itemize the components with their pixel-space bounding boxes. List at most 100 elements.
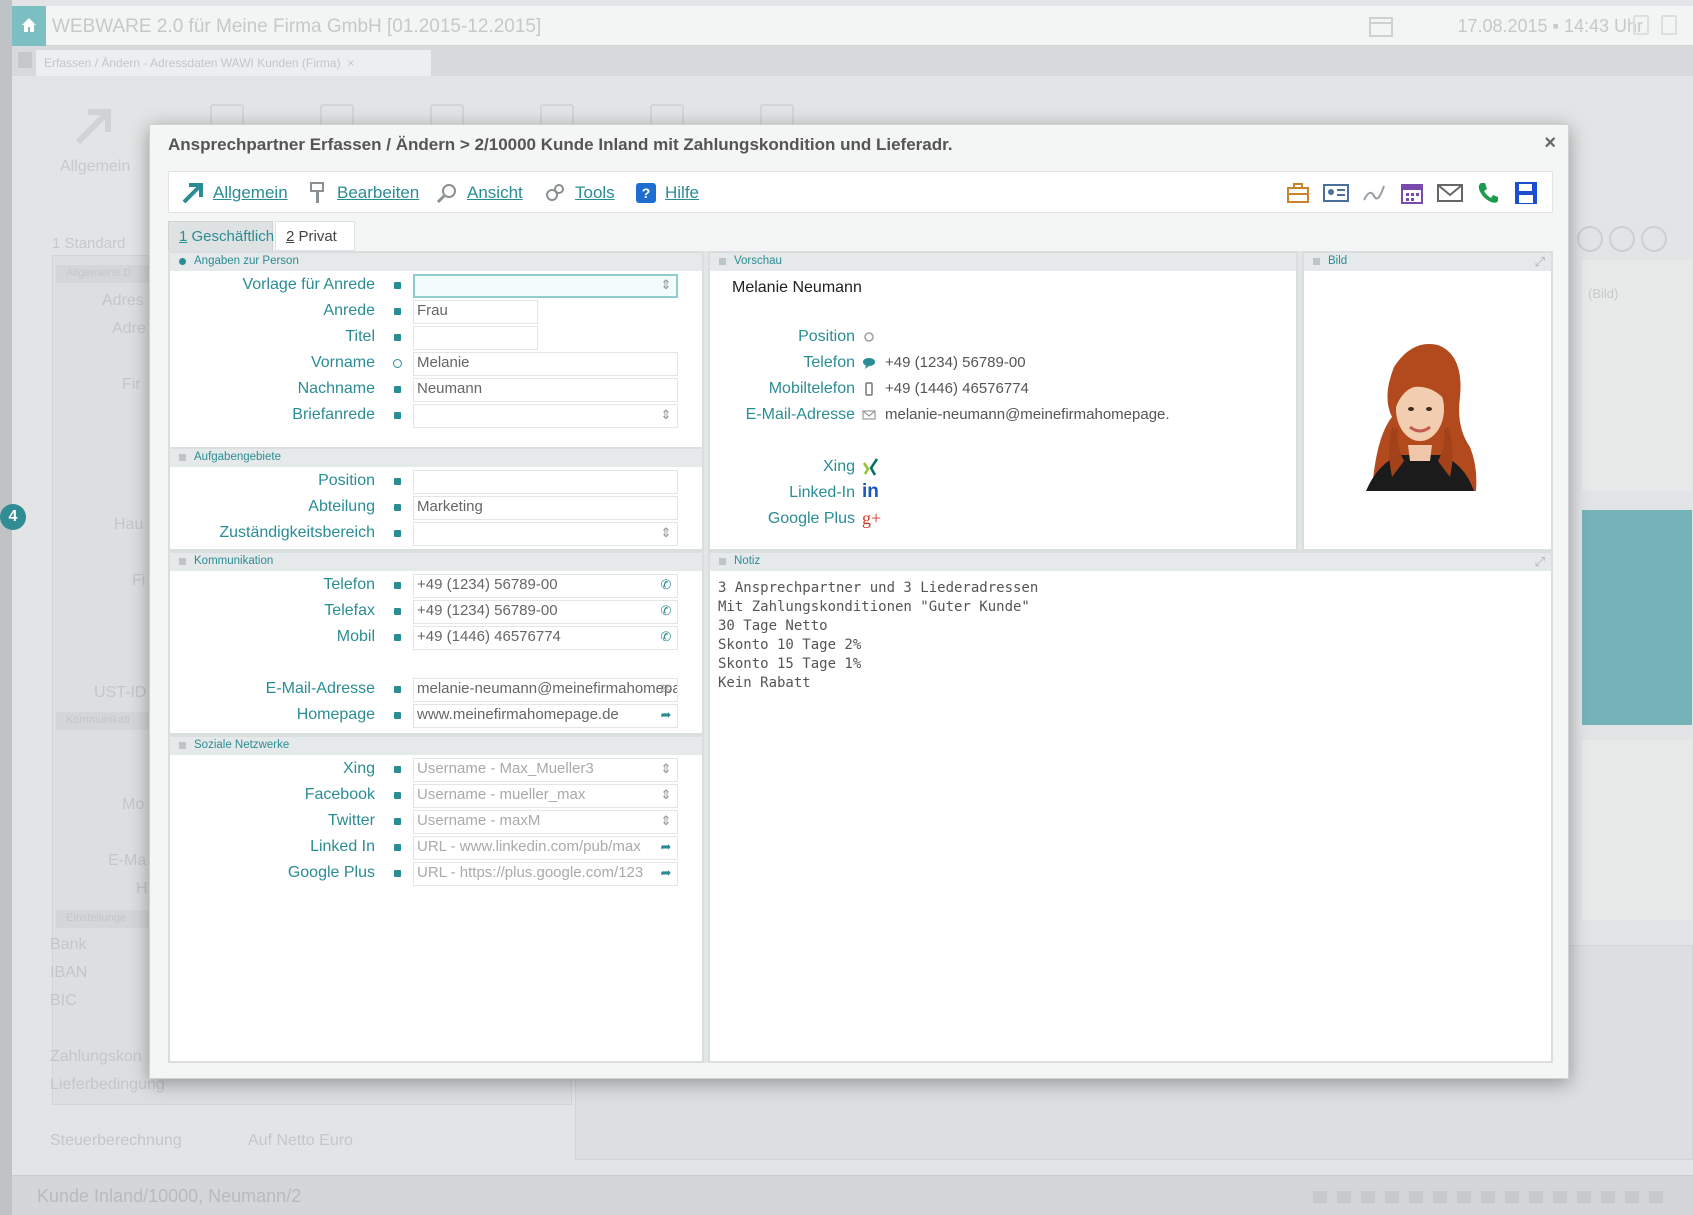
- arrow-up-right-icon: [182, 183, 203, 204]
- required-marker-icon: [394, 792, 401, 799]
- section-social-header: Soziale Netzwerke: [170, 737, 702, 755]
- required-marker-icon: [394, 608, 401, 615]
- xing-label: Xing: [342, 760, 375, 777]
- toolbar-allgemein-label: Allgemein: [213, 183, 288, 202]
- googleplus-input[interactable]: URL - https://plus.google.com/123: [413, 862, 678, 886]
- twitter-input[interactable]: Username - maxM: [413, 810, 678, 834]
- mobil-input[interactable]: +49 (1446) 46576774: [413, 626, 678, 650]
- zustaendigkeit-select[interactable]: [413, 522, 678, 546]
- preview-telefon-label: Telefon: [803, 354, 855, 371]
- section-picture: Bild ⤢: [1302, 251, 1553, 551]
- select-arrows-icon[interactable]: ⇕: [658, 525, 674, 541]
- dialog-title: Ansprechpartner Erfassen / Ändern > 2/10…: [168, 135, 953, 154]
- linkedin-label: Linked In: [310, 838, 375, 855]
- linkedin-icon[interactable]: in: [862, 482, 884, 502]
- tab-geschaeftlich[interactable]: 1 Geschäftlich: [168, 221, 274, 251]
- xing-icon[interactable]: [862, 458, 880, 476]
- collapse-icon[interactable]: [179, 742, 186, 749]
- open-link-icon[interactable]: ➦: [658, 839, 674, 855]
- save-icon[interactable]: [1512, 180, 1540, 206]
- help-icon: ?: [636, 183, 656, 203]
- section-social: Soziale Netzwerke Xing Username - Max_Mu…: [168, 735, 704, 1063]
- background-right-accent: [1582, 510, 1692, 725]
- app-tab-active[interactable]: Erfassen / Ändern - Adressdaten WAWI Kun…: [36, 50, 431, 76]
- close-button[interactable]: ×: [1544, 132, 1556, 155]
- required-marker-icon: [394, 870, 401, 877]
- telefax-input[interactable]: +49 (1234) 56789-00: [413, 600, 678, 624]
- toolbar-hilfe[interactable]: ? Hilfe: [635, 180, 699, 206]
- open-link-icon[interactable]: ➦: [658, 707, 674, 723]
- select-arrows-icon[interactable]: ⇕: [658, 277, 674, 293]
- select-arrows-icon[interactable]: ⇕: [658, 787, 674, 803]
- mail-icon[interactable]: [1436, 180, 1464, 206]
- titel-input[interactable]: [413, 326, 538, 350]
- app-tab-label: Erfassen / Ändern - Adressdaten WAWI Kun…: [44, 56, 341, 70]
- select-arrows-icon[interactable]: ⇕: [658, 761, 674, 777]
- section-picture-header: Bild ⤢: [1304, 253, 1551, 271]
- preview-mobil-value: +49 (1446) 46576774: [885, 380, 1029, 397]
- required-marker-icon: [394, 634, 401, 641]
- position-input[interactable]: [413, 470, 678, 494]
- toolbar-bearbeiten[interactable]: Bearbeiten: [307, 180, 419, 206]
- open-link-icon[interactable]: ➦: [658, 865, 674, 881]
- phone-icon[interactable]: ✆: [658, 603, 674, 619]
- anrede-input[interactable]: Frau: [413, 300, 538, 324]
- signature-icon[interactable]: [1360, 180, 1388, 206]
- email-input[interactable]: melanie-neumann@meinefirmahomepage.de: [413, 678, 678, 702]
- section-tasks: Aufgabengebiete Position Abteilung Marke…: [168, 447, 704, 551]
- background-label: Adres: [102, 292, 144, 309]
- nachname-input[interactable]: Neumann: [413, 378, 678, 402]
- preview-email-label: E-Mail-Adresse: [745, 406, 855, 423]
- contact-card-icon[interactable]: [1322, 180, 1350, 206]
- xing-input[interactable]: Username - Max_Mueller3: [413, 758, 678, 782]
- linkedin-input[interactable]: URL - www.linkedin.com/pub/max: [413, 836, 678, 860]
- telefon-input[interactable]: +49 (1234) 56789-00: [413, 574, 678, 598]
- phone-icon[interactable]: [1474, 180, 1502, 206]
- homepage-input[interactable]: www.meinefirmahomepage.de: [413, 704, 678, 728]
- field-row-briefanrede: Briefanrede ⇕: [170, 403, 702, 429]
- expand-icon[interactable]: ⤢: [1535, 554, 1545, 570]
- abteilung-input[interactable]: Marketing: [413, 496, 678, 520]
- facebook-input[interactable]: Username - mueller_max: [413, 784, 678, 808]
- home-button[interactable]: [12, 6, 46, 46]
- collapse-icon[interactable]: [179, 558, 186, 565]
- help-icon[interactable]: [1633, 15, 1649, 35]
- tab-privat[interactable]: 2 Privat: [275, 221, 355, 251]
- toolbar-tools[interactable]: Tools: [543, 180, 615, 206]
- collapse-icon[interactable]: [719, 258, 726, 265]
- vorlage-select[interactable]: [413, 274, 678, 298]
- calendar-icon[interactable]: [1398, 180, 1426, 206]
- abteilung-label: Abteilung: [308, 498, 375, 515]
- field-row-titel: Titel: [170, 325, 702, 351]
- phone-icon[interactable]: ✆: [658, 629, 674, 645]
- homepage-label: Homepage: [296, 706, 375, 723]
- section-preview: Vorschau Melanie Neumann Position Telefo…: [708, 251, 1298, 551]
- vorname-input[interactable]: Melanie: [413, 352, 678, 376]
- field-row-vorlage: Vorlage für Anrede ⇕: [170, 273, 702, 299]
- required-marker-icon: [394, 386, 401, 393]
- briefcase-icon[interactable]: [1284, 180, 1312, 206]
- circle-icon: [864, 332, 874, 342]
- collapse-icon[interactable]: [719, 558, 726, 565]
- background-label: Adre: [112, 320, 146, 337]
- select-arrows-icon[interactable]: ⇕: [658, 407, 674, 423]
- toolbar-allgemein[interactable]: Allgemein: [181, 180, 288, 206]
- preview-row-mobil: Mobiltelefon +49 (1446) 46576774: [710, 377, 1250, 403]
- toolbar-ansicht[interactable]: Ansicht: [435, 180, 523, 206]
- googleplus-icon[interactable]: g+: [862, 508, 886, 528]
- phone-icon[interactable]: ✆: [658, 577, 674, 593]
- briefanrede-select[interactable]: [413, 404, 678, 428]
- select-arrows-icon[interactable]: ⇕: [658, 813, 674, 829]
- contact-dialog: Ansprechpartner Erfassen / Ändern > 2/10…: [149, 124, 1569, 1079]
- mail-icon[interactable]: ✉: [658, 681, 674, 697]
- logout-icon[interactable]: [1661, 15, 1677, 35]
- toolbar-bearbeiten-label: Bearbeiten: [337, 183, 420, 202]
- tab-scroll-left-icon[interactable]: [18, 52, 32, 68]
- collapse-icon[interactable]: [179, 454, 186, 461]
- collapse-icon[interactable]: [1313, 258, 1320, 265]
- note-textarea[interactable]: 3 Ansprechpartner und 3 Liederadressen M…: [718, 579, 1038, 693]
- expand-icon[interactable]: ⤢: [1535, 254, 1545, 270]
- bullet-icon: [179, 258, 186, 265]
- field-row-email: E-Mail-Adresse melanie-neumann@meinefirm…: [170, 677, 702, 703]
- position-label: Position: [318, 472, 375, 489]
